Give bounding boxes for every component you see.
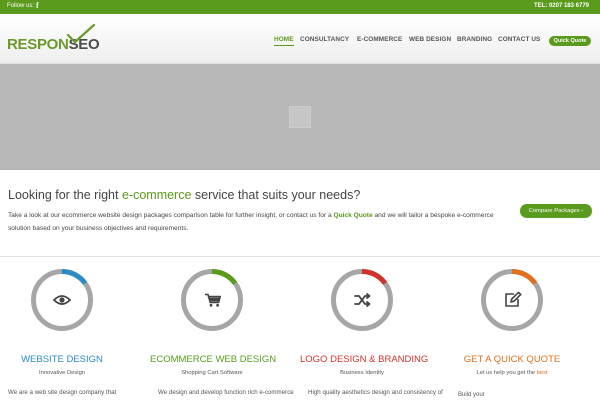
service-title[interactable]: LOGO DESIGN & BRANDING	[300, 354, 428, 365]
service-get-quick-quote[interactable]: GET A QUICK QUOTE Let us help you get th…	[450, 268, 600, 400]
logo[interactable]: RESPONSEO	[7, 24, 100, 53]
edit-icon	[505, 291, 522, 307]
quick-quote-link[interactable]: Quick Quote	[333, 212, 372, 219]
service-body: We design and develop function rich e-co…	[158, 389, 294, 396]
service-title[interactable]: WEBSITE DESIGN	[0, 354, 124, 365]
service-subtitle: Innovative Design	[38, 370, 86, 376]
service-body: We are a web site design company that	[8, 389, 117, 396]
image-placeholder-icon	[289, 106, 311, 128]
nav-item-home[interactable]: HOME	[274, 36, 294, 46]
logo-check-icon	[66, 24, 96, 44]
service-title[interactable]: ECOMMERCE WEB DESIGN	[150, 354, 276, 365]
service-ring	[31, 269, 93, 331]
hero-banner	[0, 64, 600, 170]
quick-quote-button[interactable]: Quick Quote	[549, 36, 591, 46]
service-title[interactable]: GET A QUICK QUOTE	[450, 354, 574, 365]
nav-item-web-design[interactable]: WEB DESIGN	[409, 36, 451, 43]
divider	[0, 256, 600, 257]
nav-item-contact-us[interactable]: CONTACT US	[498, 36, 540, 43]
top-bar: Follow us: f TEL: 0207 183 6779	[0, 0, 600, 14]
compare-packages-button[interactable]: Compare Packages ›	[520, 204, 592, 218]
logo-part1: RESPON	[7, 36, 69, 53]
service-subtitle: Business Identity	[340, 370, 384, 376]
shuffle-icon	[354, 293, 371, 307]
intro-title: Looking for the right e-commerce service…	[8, 188, 361, 202]
service-ring	[331, 269, 393, 331]
service-ring	[481, 269, 543, 331]
nav-item-consultancy[interactable]: CONSULTANCY	[300, 36, 349, 43]
phone-number[interactable]: TEL: 0207 183 6779	[534, 3, 589, 9]
facebook-icon[interactable]: f	[36, 1, 39, 10]
nav-item-ecommerce[interactable]: E-COMMERCE	[357, 36, 402, 43]
service-website-design[interactable]: WEBSITE DESIGN Innovative Design We are …	[0, 268, 150, 400]
service-ring	[181, 269, 243, 331]
nav-item-branding[interactable]: BRANDING	[457, 36, 492, 43]
quote-body-text: Build your	[458, 392, 485, 398]
eye-icon	[52, 295, 72, 305]
service-ecommerce-web-design[interactable]: ECOMMERCE WEB DESIGN Shopping Cart Softw…	[150, 268, 300, 400]
service-body: High quality aesthetics design and consi…	[308, 389, 443, 396]
service-subtitle: Let us help you get the best	[476, 370, 548, 376]
service-logo-design-branding[interactable]: LOGO DESIGN & BRANDING Business Identity…	[300, 268, 450, 400]
cart-icon	[205, 293, 221, 307]
intro-text: Take a look at our ecommerce website des…	[8, 212, 494, 232]
follow-label: Follow us:	[7, 3, 35, 9]
service-subtitle: Shopping Cart Software	[181, 370, 243, 376]
